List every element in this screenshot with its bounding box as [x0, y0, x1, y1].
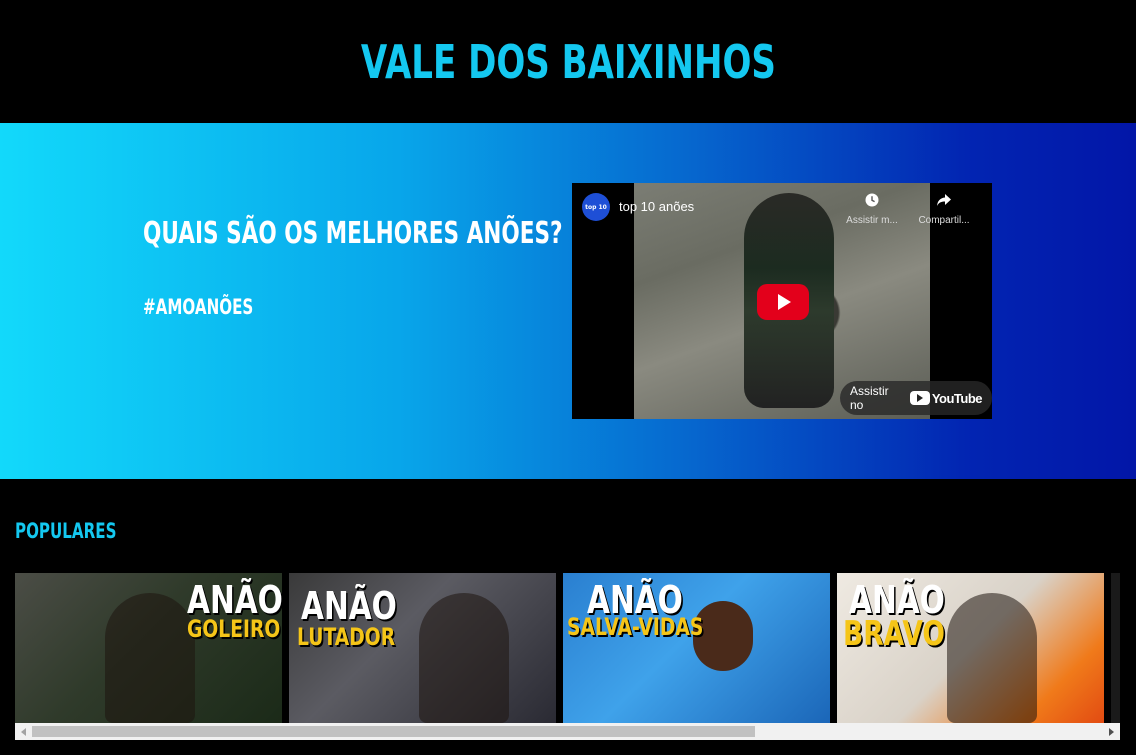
thumbnail-title: ANÃO: [187, 578, 282, 622]
site-header: VALE DOS BAIXINHOS: [0, 0, 1136, 123]
thumbnail-person: [419, 593, 509, 723]
channel-avatar[interactable]: top 10: [582, 193, 610, 221]
share-button[interactable]: Compartil...: [912, 193, 976, 226]
thumbnail-lutador[interactable]: ANÃO LUTADOR: [289, 573, 556, 723]
play-button[interactable]: [757, 284, 809, 320]
youtube-video-embed[interactable]: top 10 top 10 anões Assistir m... Compar…: [572, 183, 992, 419]
play-icon: [778, 294, 791, 310]
video-title[interactable]: top 10 anões: [619, 199, 694, 214]
thumbnail-bravo[interactable]: ANÃO BRAVO: [837, 573, 1104, 723]
site-title: VALE DOS BAIXINHOS: [360, 34, 776, 89]
chevron-left-icon: [21, 727, 26, 736]
scroll-right-button[interactable]: [1103, 723, 1120, 740]
youtube-play-icon: [909, 391, 930, 405]
carousel-scrollbar[interactable]: [15, 723, 1120, 740]
thumbnail-title: ANÃO: [301, 584, 397, 628]
thumbnail-person: [947, 593, 1037, 723]
thumbnail-person: [105, 593, 195, 723]
thumbnail-subtitle: BRAVO: [843, 614, 945, 654]
popular-heading: POPULARES: [15, 519, 117, 543]
clock-icon: [840, 193, 904, 211]
watch-on-youtube-button[interactable]: Assistir no YouTube: [840, 381, 992, 415]
chevron-right-icon: [1109, 727, 1114, 736]
share-arrow-icon: [912, 193, 976, 211]
watch-on-label: Assistir no: [850, 384, 889, 412]
share-label: Compartil...: [918, 215, 970, 226]
thumbnail-goleiro[interactable]: ANÃO GOLEIRO: [15, 573, 282, 723]
hero-section: QUAIS SÃO OS MELHORES ANÕES? #AMOANÕES t…: [0, 123, 1136, 479]
thumbnail-subtitle: LUTADOR: [297, 623, 396, 651]
thumbnail-salva-vidas[interactable]: ANÃO SALVA-VIDAS: [563, 573, 830, 723]
watch-later-label: Assistir m...: [846, 215, 898, 226]
hero-hashtag: #AMOANÕES: [143, 295, 254, 319]
watch-later-button[interactable]: Assistir m...: [840, 193, 904, 226]
thumbnail-subtitle: SALVA-VIDAS: [567, 613, 704, 641]
thumbnail-subtitle: GOLEIRO: [187, 615, 281, 643]
scrollbar-thumb[interactable]: [32, 726, 755, 737]
youtube-wordmark: YouTube: [931, 390, 983, 406]
youtube-logo: YouTube: [909, 390, 983, 406]
thumbnail-partial[interactable]: [1111, 573, 1120, 723]
scroll-left-button[interactable]: [15, 723, 32, 740]
hero-question: QUAIS SÃO OS MELHORES ANÕES?: [143, 216, 563, 251]
popular-carousel[interactable]: ANÃO GOLEIRO ANÃO LUTADOR ANÃO SALVA-VID…: [15, 573, 1120, 723]
